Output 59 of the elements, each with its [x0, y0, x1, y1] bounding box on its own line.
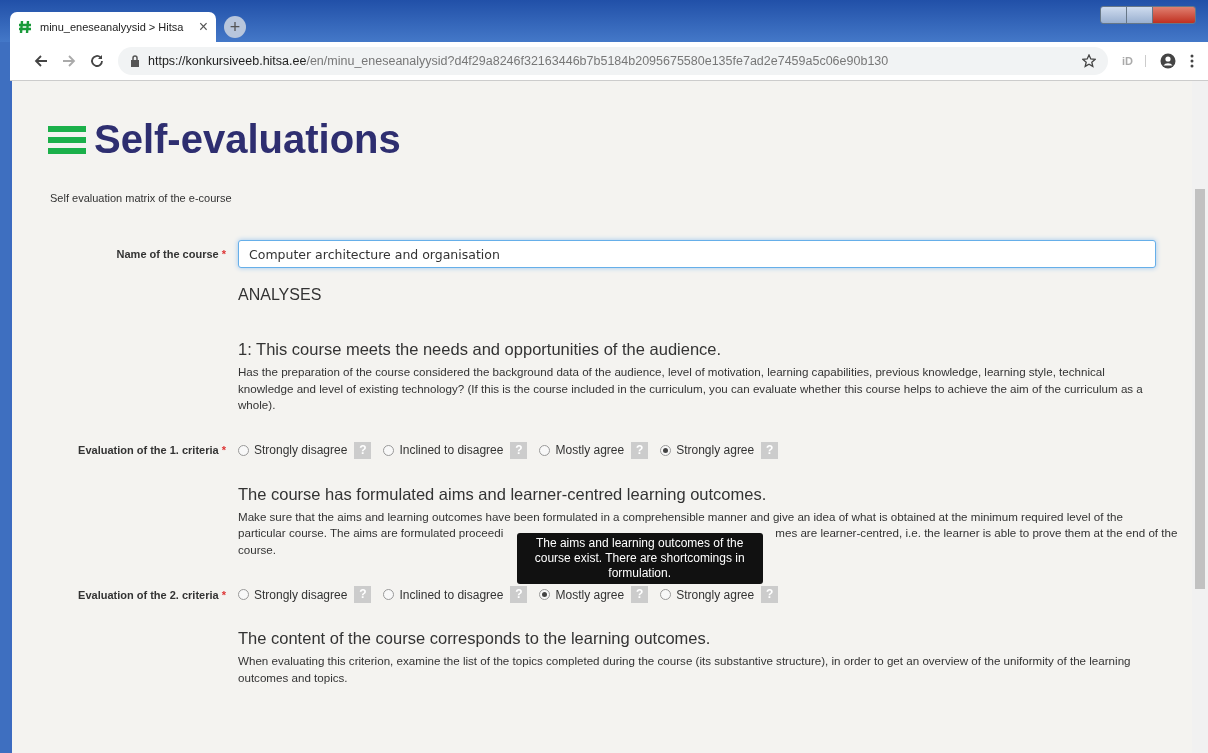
- field-label: Name of the course: [116, 248, 219, 260]
- profile-icon[interactable]: [1160, 53, 1176, 69]
- help-button[interactable]: ?: [510, 586, 528, 603]
- radio-button[interactable]: [660, 589, 672, 600]
- new-tab-button[interactable]: +: [224, 16, 246, 38]
- criterion-title: The content of the course corresponds to the learning outcomes.: [238, 629, 712, 648]
- criterion-description: Has the preparation of the course considered the background data of the audience, level of motivation, learning capabilities, previous knowledge, learning style, technical knowledge and level of existing technology? (If this is the course included in the curriculum, you can evaluate whether this course helps to achieve the aim of the curriculum as a whole).: [238, 364, 1144, 413]
- option-label: Strongly agree: [676, 443, 755, 457]
- browser-tab[interactable]: minu_eneseanalyysid > Hitsa ×: [10, 12, 216, 42]
- help-button[interactable]: ?: [510, 441, 528, 459]
- section-heading: ANALYSES: [238, 286, 322, 304]
- criterion-title: 1: This course meets the needs and opportunities of the audience.: [238, 340, 723, 359]
- required-mark: *: [221, 248, 226, 260]
- reload-icon[interactable]: [90, 54, 104, 68]
- help-button[interactable]: ?: [354, 586, 372, 603]
- criterion-label: Evaluation of the 2. criteria: [78, 588, 219, 601]
- help-button[interactable]: ?: [354, 441, 372, 459]
- star-icon[interactable]: [1082, 54, 1096, 68]
- help-button[interactable]: ?: [761, 441, 779, 459]
- criterion-label: Evaluation of the 1. criteria: [78, 444, 219, 456]
- radio-button[interactable]: [238, 589, 249, 600]
- hash-icon: [18, 20, 32, 34]
- window-controls[interactable]: [1100, 6, 1196, 24]
- radio-button[interactable]: [383, 589, 395, 600]
- extension-button[interactable]: iD: [1122, 55, 1146, 67]
- criterion-title: The course has formulated aims and learner-centred learning outcomes.: [238, 484, 768, 504]
- help-button[interactable]: ?: [761, 586, 779, 603]
- required-mark: *: [221, 444, 226, 456]
- page-title: Self-evaluations: [94, 117, 401, 162]
- forward-icon[interactable]: [62, 54, 76, 68]
- close-tab-button[interactable]: ×: [198, 18, 208, 36]
- back-icon[interactable]: [34, 54, 48, 68]
- radio-button[interactable]: [383, 444, 395, 456]
- radio-button[interactable]: [238, 444, 249, 456]
- option-label: Strongly disagree: [254, 443, 348, 457]
- option-label: Inclined to disagree: [399, 587, 504, 602]
- menu-icon[interactable]: [1190, 54, 1194, 68]
- radio-button[interactable]: [539, 589, 551, 600]
- tab-title: minu_eneseanalyysid > Hitsa: [40, 21, 185, 33]
- tooltip: The aims and learning outcomes of the course exist. There are shortcomings in formulation.: [516, 533, 763, 584]
- required-mark: *: [221, 588, 226, 601]
- description-text: particular course. The aims are formulated proceedi: [238, 526, 504, 539]
- option-label: Mostly agree: [555, 443, 625, 457]
- description-text: mes are learner-centred, i.e. the learner is able to prove them at the end of the: [775, 526, 1178, 539]
- page-subtitle: Self evaluation matrix of the e-course: [50, 192, 233, 204]
- option-label: Strongly disagree: [254, 587, 348, 602]
- radio-button[interactable]: [539, 444, 551, 456]
- option-label: Inclined to disagree: [399, 443, 504, 457]
- help-button[interactable]: ?: [631, 586, 649, 603]
- radio-button[interactable]: [660, 444, 672, 456]
- help-button[interactable]: ?: [631, 441, 649, 459]
- address-bar[interactable]: https://konkursiveeb.hitsa.ee/en/minu_eneseanalyysid?d4f29a8246f32163446b7b5184b2095675580e135fe7ad2e7459a5c06e90b130: [118, 47, 1108, 75]
- criterion-description: When evaluating this criterion, examine the list of the topics completed during the course (its substantive structure), in order to get an overview of the uniformity of the learning outcomes and topics.: [238, 653, 1132, 686]
- course-name-field[interactable]: Computer architecture and organisation: [238, 240, 1156, 268]
- description-text: course.: [238, 542, 277, 556]
- option-label: Strongly agree: [676, 587, 755, 602]
- option-label: Mostly agree: [555, 587, 625, 602]
- lock-icon: [130, 55, 140, 67]
- description-text: Make sure that the aims and learning outcomes have been formulated in a comprehensible manner and give an idea of what is obtained at the minimum required level of the: [238, 509, 1123, 523]
